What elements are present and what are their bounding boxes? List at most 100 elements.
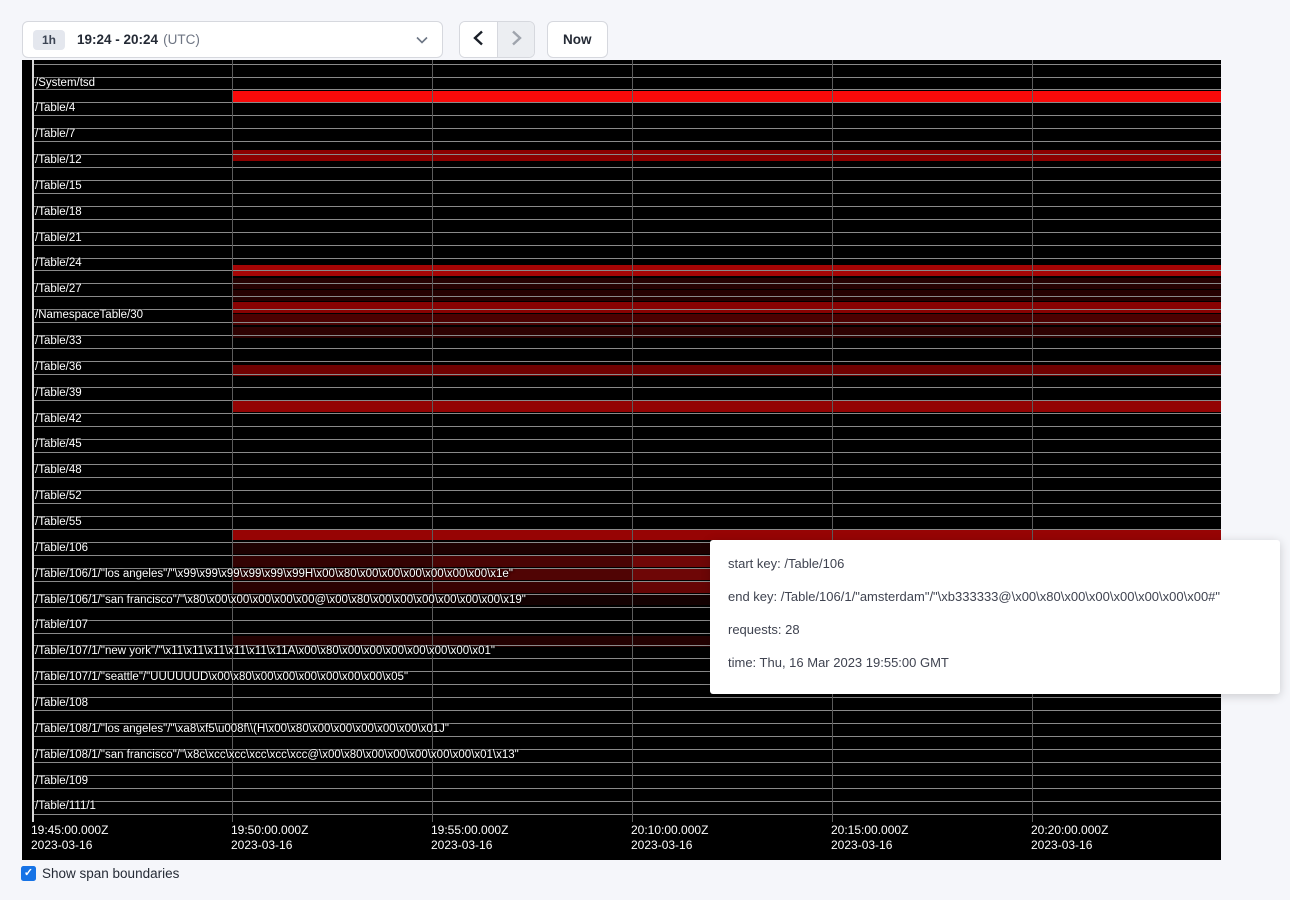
span-boundary-line (33, 426, 1221, 427)
time-gridline (432, 60, 433, 822)
row-label: /Table/111/1 (35, 800, 96, 813)
heat-band (232, 555, 432, 567)
span-boundary-line (33, 232, 1221, 233)
time-range-text: 19:24 - 20:24 (77, 32, 158, 47)
heat-band (432, 581, 632, 593)
row-label: /Table/52 (35, 490, 82, 503)
time-gridline (32, 60, 34, 822)
span-boundary-line (33, 309, 1221, 310)
prev-time-button[interactable] (460, 22, 497, 57)
tooltip-time: time: Thu, 16 Mar 2023 19:55:00 GMT (728, 653, 1280, 673)
heat-band (232, 314, 1221, 325)
span-boundary-line (33, 89, 1221, 90)
time-preset-badge: 1h (33, 30, 65, 50)
span-boundary-line (33, 167, 1221, 168)
row-label: /Table/107/1/"new york"/"\x11\x11\x11\x1… (35, 645, 495, 658)
span-boundary-line (33, 115, 1221, 116)
span-boundary-line (33, 348, 1221, 349)
row-label: /System/tsd (35, 77, 95, 90)
span-boundary-line (33, 736, 1221, 737)
span-boundary-line (33, 141, 1221, 142)
row-label: /Table/107 (35, 619, 88, 632)
axis-tick-label: 20:15:00.000Z2023-03-16 (831, 823, 908, 853)
row-label: /Table/18 (35, 206, 82, 219)
heat-band (232, 327, 1221, 338)
span-boundary-line (33, 180, 1221, 181)
row-label: /Table/33 (35, 335, 82, 348)
span-boundary-line (33, 361, 1221, 362)
span-boundary-line (33, 258, 1221, 259)
axis-tick-label: 19:45:00.000Z2023-03-16 (31, 823, 108, 853)
axis-tick-label: 19:50:00.000Z2023-03-16 (231, 823, 308, 853)
show-span-boundaries-control[interactable]: ✓ Show span boundaries (21, 866, 179, 881)
span-boundary-line (33, 387, 1221, 388)
row-label: /Table/4 (35, 102, 75, 115)
span-boundary-line (33, 516, 1221, 517)
row-label: /Table/106/1/"san francisco"/"\x80\x00\x… (35, 594, 526, 607)
span-boundary-line (33, 529, 1221, 530)
row-label: /Table/108/1/"san francisco"/"\x8c\xcc\x… (35, 749, 519, 762)
span-boundary-line (33, 464, 1221, 465)
span-boundary-line (33, 762, 1221, 763)
time-gridline (832, 60, 833, 822)
row-label: /Table/106 (35, 542, 88, 555)
axis-tick-label: 20:10:00.000Z2023-03-16 (631, 823, 708, 853)
row-label: /Table/106/1/"los angeles"/"\x99\x99\x99… (35, 568, 513, 581)
span-boundary-line (33, 128, 1221, 129)
axis-tick-label: 19:55:00.000Z2023-03-16 (431, 823, 508, 853)
time-gridline (232, 60, 233, 822)
row-label: /Table/15 (35, 180, 82, 193)
next-time-button[interactable] (497, 22, 534, 57)
time-nav-group (459, 21, 535, 58)
span-boundary-line (33, 77, 1221, 78)
row-label: /Table/21 (35, 232, 82, 245)
span-boundary-line (33, 788, 1221, 789)
row-label: /NamespaceTable/30 (35, 309, 143, 322)
axis-tick-label: 20:20:00.000Z2023-03-16 (1031, 823, 1108, 853)
span-boundary-line (33, 775, 1221, 776)
tooltip-start-key: start key: /Table/106 (728, 554, 1280, 574)
span-boundary-line (33, 801, 1221, 802)
row-label: /Table/7 (35, 128, 75, 141)
time-gridline (632, 60, 633, 822)
time-range-select[interactable]: 1h 19:24 - 20:24 (UTC) (22, 21, 443, 58)
row-label: /Table/48 (35, 464, 82, 477)
row-label: /Table/42 (35, 413, 82, 426)
span-boundary-line (33, 245, 1221, 246)
key-visualizer-page: { "toolbar": { "time_preset": "1h", "tim… (0, 0, 1290, 900)
span-boundary-line (33, 322, 1221, 323)
heat-band (232, 529, 1221, 541)
time-gridline (1032, 60, 1033, 822)
tooltip-end-key: end key: /Table/106/1/"amsterdam"/"\xb33… (728, 587, 1280, 607)
row-label: /Table/108/1/"los angeles"/"\xa8\xf5\u00… (35, 723, 449, 736)
now-button[interactable]: Now (547, 21, 608, 58)
span-boundary-line (33, 206, 1221, 207)
span-boundary-line (33, 697, 1221, 698)
span-boundary-line (33, 270, 1221, 271)
row-label: /Table/36 (35, 361, 82, 374)
span-boundary-line (33, 400, 1221, 401)
heat-band (232, 581, 432, 593)
span-boundary-line (33, 503, 1221, 504)
heat-band (232, 290, 1221, 302)
show-span-boundaries-checkbox[interactable]: ✓ (21, 866, 36, 881)
key-visualizer-canvas[interactable]: 19:45:00.000Z2023-03-16 19:50:00.000Z2023… (22, 60, 1221, 860)
row-label: /Table/27 (35, 283, 82, 296)
span-boundary-line (33, 710, 1221, 711)
row-label: /Table/12 (35, 154, 82, 167)
span-boundary-line (33, 335, 1221, 336)
row-label: /Table/55 (35, 516, 82, 529)
heat-band (232, 401, 1221, 412)
span-tooltip: start key: /Table/106 end key: /Table/10… (710, 540, 1280, 694)
chevron-left-icon (473, 30, 484, 49)
span-boundary-line (33, 64, 1221, 65)
span-boundary-line (33, 193, 1221, 194)
heat-band (232, 91, 1221, 103)
heat-band (432, 555, 632, 567)
span-boundary-line (33, 283, 1221, 284)
row-label: /Table/107/1/"seattle"/"UUUUUUD\x00\x80\… (35, 671, 408, 684)
toolbar: 1h 19:24 - 20:24 (UTC) Now (22, 21, 608, 58)
row-label: /Table/109 (35, 775, 88, 788)
row-label: /Table/45 (35, 438, 82, 451)
row-label: /Table/108 (35, 697, 88, 710)
